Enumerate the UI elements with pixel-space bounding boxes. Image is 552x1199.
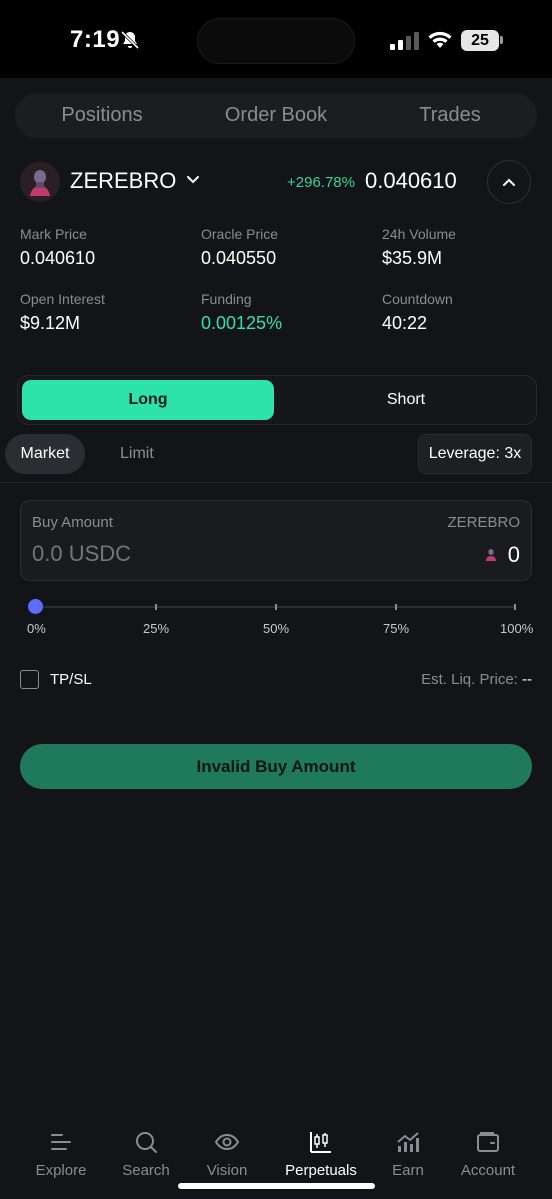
tab-limit[interactable]: Limit [120,434,154,474]
short-button[interactable]: Short [280,380,532,420]
bell-muted-icon [120,30,140,50]
wifi-icon [428,31,452,48]
stat-value: $35.9M [382,248,443,268]
nav-explore[interactable]: Explore [30,1130,92,1179]
tab-trades[interactable]: Trades [363,93,537,138]
slider-tick [395,604,397,610]
chart-growth-icon [397,1132,419,1152]
amount-input[interactable] [32,541,332,567]
nav-label: Vision [206,1162,248,1179]
nav-search[interactable]: Search [116,1130,176,1179]
stat-mark-price: Mark Price 0.040610 [20,226,190,269]
status-bar: 7:19 25 [0,0,552,78]
top-tabs: Positions Order Book Trades [15,93,537,138]
home-indicator[interactable] [178,1183,375,1189]
slider-label-75[interactable]: 75% [383,621,409,636]
chevron-up-icon [503,178,515,186]
signal-icon [390,32,419,50]
stat-label: Oracle Price [201,226,279,242]
stat-value: 0.040610 [20,248,96,268]
battery-indicator: 25 [461,30,499,51]
stat-label: Mark Price [20,226,87,242]
stat-open-interest: Open Interest $9.12M [20,291,190,334]
market-symbol[interactable]: ZEREBRO [70,168,176,194]
side-toggle: Long Short [17,375,537,425]
tab-order-book[interactable]: Order Book [189,93,363,138]
zerebro-token-icon [486,549,496,561]
liq-price-label: Est. Liq. Price: [421,671,518,688]
stat-value: 40:22 [382,313,428,333]
stat-funding: Funding 0.00125% [201,291,371,334]
stat-oracle-price: Oracle Price 0.040550 [201,226,371,269]
submit-order-button[interactable]: Invalid Buy Amount [20,744,532,789]
stat-label: Open Interest [20,291,105,307]
nav-earn[interactable]: Earn [384,1130,432,1179]
slider-knob[interactable] [28,599,43,614]
amount-box: Buy Amount ZEREBRO 0 [20,500,532,581]
market-header: ZEREBRO +296.78% 0.040610 [20,160,532,204]
tpsl-label: TP/SL [50,671,92,688]
nav-label: Perpetuals [285,1162,357,1179]
explore-icon [51,1134,71,1150]
zerebro-logo-icon [20,162,60,202]
market-price: 0.040610 [365,168,457,193]
slider-tick [514,604,516,610]
slider-label-25[interactable]: 25% [143,621,169,636]
nav-perpetuals[interactable]: Perpetuals [280,1130,362,1179]
slider-label-0[interactable]: 0% [27,621,46,636]
collapse-button[interactable] [487,160,531,204]
tab-positions[interactable]: Positions [15,93,189,138]
slider-tick [155,604,157,610]
chevron-down-icon[interactable] [185,172,201,188]
stat-label: 24h Volume [382,226,456,242]
nav-label: Account [460,1162,516,1179]
liq-price-value: -- [522,671,532,688]
nav-label: Explore [35,1162,87,1179]
nav-label: Earn [392,1162,424,1179]
coin-avatar[interactable] [20,162,60,202]
amount-slider[interactable] [28,599,516,614]
nav-label: Search [122,1162,170,1179]
amount-output: 0 [507,542,520,567]
stat-value: 0.040550 [201,248,277,268]
divider [0,482,552,483]
slider-tick [275,604,277,610]
liq-price: Est. Liq. Price: -- [421,671,532,688]
eye-icon [214,1133,240,1151]
stat-countdown: Countdown 40:22 [382,291,552,334]
price-change: +296.78% [287,174,355,191]
search-icon [136,1132,157,1153]
nav-account[interactable]: Account [454,1130,522,1179]
tpsl-checkbox[interactable] [20,670,39,689]
wallet-icon [477,1132,499,1152]
dynamic-island [197,18,355,64]
amount-label: Buy Amount [32,514,113,531]
amount-token: ZEREBRO [447,514,520,531]
nav-vision[interactable]: Vision [198,1130,256,1179]
slider-label-100[interactable]: 100% [500,621,533,636]
battery-nub [500,36,503,44]
stat-value: $9.12M [20,313,81,333]
stat-label: Countdown [382,291,453,307]
stat-24h-volume: 24h Volume $35.9M [382,226,552,269]
stat-value: 0.00125% [201,313,283,333]
candlestick-icon [310,1132,331,1153]
stat-label: Funding [201,291,252,307]
leverage-button[interactable]: Leverage: 3x [418,434,532,474]
status-time: 7:19 [70,26,121,53]
tab-market[interactable]: Market [5,434,85,474]
slider-label-50[interactable]: 50% [263,621,289,636]
long-button[interactable]: Long [22,380,274,420]
